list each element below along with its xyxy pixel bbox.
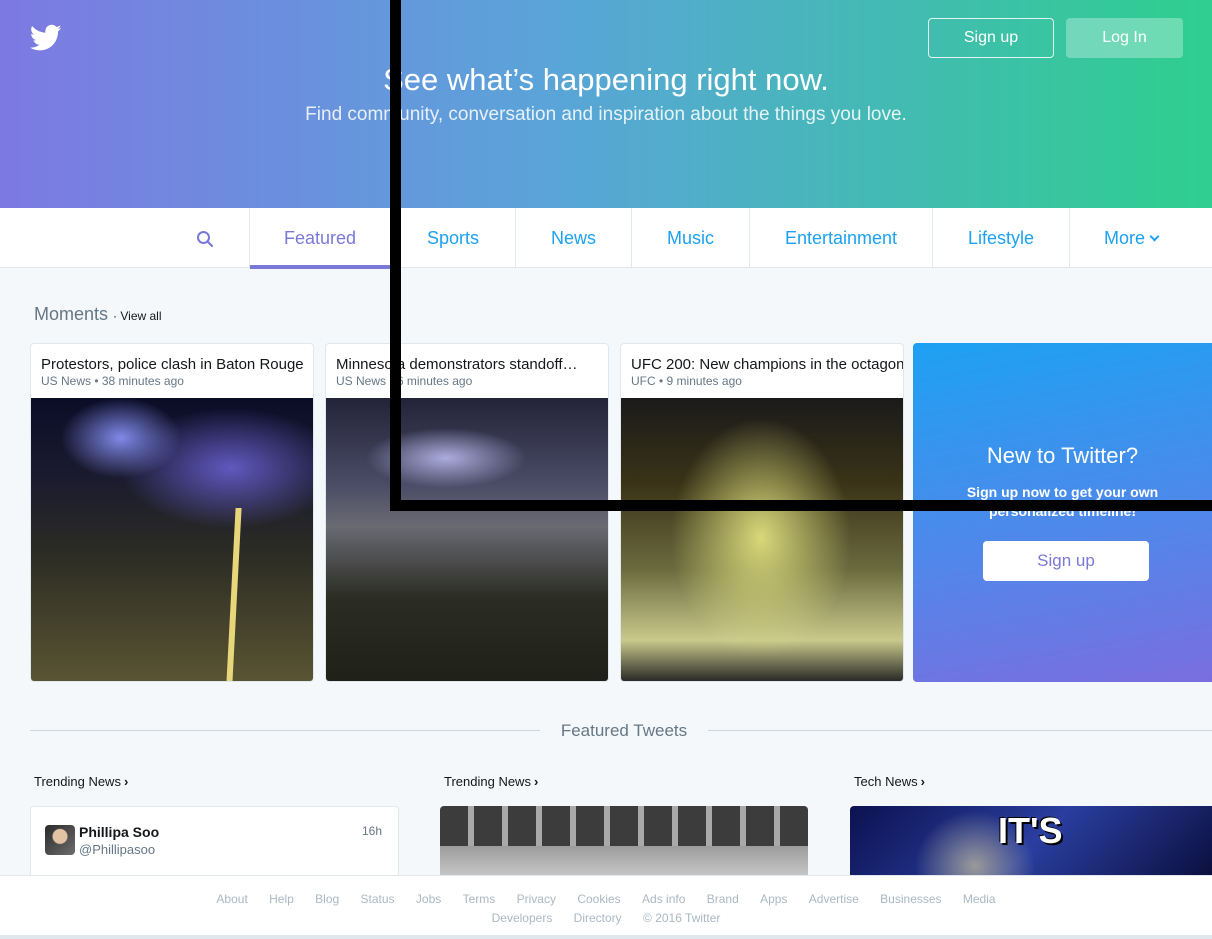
footer-link[interactable]: Privacy (517, 892, 556, 906)
overlay-bar-vertical (390, 0, 401, 511)
moments-title: Moments (34, 304, 109, 324)
moment-card[interactable]: UFC 200: New champions in the octagon UF… (620, 343, 904, 682)
footer-link[interactable]: Ads info (642, 892, 685, 906)
nav-search-button[interactable] (160, 208, 250, 268)
moment-title: Minnesota demonstrators standoff… (336, 356, 578, 373)
chevron-right-icon: › (920, 774, 925, 789)
overlay-bar-horizontal (390, 500, 1212, 511)
tweet-media-image[interactable]: IT'S (850, 806, 1212, 886)
tab-music[interactable]: Music (632, 208, 750, 268)
column-heading-link[interactable]: Tech News › (854, 774, 925, 789)
tab-label: More (1103, 228, 1145, 248)
tab-more[interactable]: More (1070, 208, 1192, 268)
tab-news[interactable]: News (516, 208, 632, 268)
tweet-media-image[interactable] (440, 806, 808, 886)
signup-promo-title: New to Twitter? (986, 443, 1139, 468)
bottom-border (0, 935, 1212, 939)
moment-meta: US News • 6 minutes ago (336, 374, 473, 388)
column-heading-link[interactable]: Trending News › (34, 774, 128, 789)
footer-link[interactable]: Brand (707, 892, 739, 906)
view-all-link[interactable]: · View all (113, 309, 161, 323)
moment-title: UFC 200: New champions in the octagon (631, 356, 904, 373)
moment-meta: US News • 38 minutes ago (41, 374, 184, 388)
signup-promo-card: New to Twitter? Sign up now to get your … (913, 343, 1212, 682)
signup-button[interactable]: Sign up (928, 18, 1054, 58)
column-heading-label: Trending News (34, 774, 121, 789)
divider (30, 730, 540, 731)
copyright: © 2016 Twitter (643, 911, 721, 925)
column-heading-label: Tech News (854, 774, 918, 789)
moments-heading: Moments · View all (34, 304, 162, 325)
column-heading-label: Trending News (444, 774, 531, 789)
tab-label: News (550, 228, 596, 248)
tab-label: Featured (283, 228, 357, 248)
moment-title: Protestors, police clash in Baton Rouge (41, 356, 304, 373)
moment-image (326, 398, 608, 681)
tab-label: Sports (426, 228, 480, 248)
moment-image (31, 398, 313, 681)
moment-image (621, 398, 903, 681)
footer: About Help Blog Status Jobs Terms Privac… (0, 875, 1212, 935)
footer-link[interactable]: Directory (574, 911, 622, 925)
twitter-bird-icon[interactable] (30, 24, 62, 52)
featured-tweets-heading: Featured Tweets (560, 721, 688, 740)
column-heading-link[interactable]: Trending News › (444, 774, 538, 789)
footer-row: About Help Blog Status Jobs Terms Privac… (200, 890, 1012, 909)
hero-banner: See what’s happening right now. Find com… (0, 0, 1212, 208)
chevron-right-icon: › (533, 774, 539, 789)
tab-label: Music (666, 228, 714, 248)
footer-link[interactable]: Terms (463, 892, 496, 906)
footer-link[interactable]: About (216, 892, 247, 906)
footer-link[interactable]: Cookies (577, 892, 620, 906)
hero-title: See what’s happening right now. (383, 62, 829, 97)
login-button[interactable]: Log In (1066, 18, 1183, 58)
tab-lifestyle[interactable]: Lifestyle (933, 208, 1070, 268)
active-tab-indicator (250, 265, 390, 269)
tweet-author-name[interactable]: Phillipa Soo (79, 824, 159, 840)
footer-link[interactable]: Developers (492, 911, 553, 925)
footer-link[interactable]: Businesses (880, 892, 941, 906)
moment-meta: UFC • 9 minutes ago (631, 374, 742, 388)
tab-label: Entertainment (784, 228, 898, 248)
avatar[interactable] (45, 825, 75, 855)
footer-link[interactable]: Apps (760, 892, 787, 906)
footer-link[interactable]: Jobs (416, 892, 441, 906)
search-icon (197, 231, 214, 248)
chevron-down-icon (1149, 231, 1160, 242)
moment-card[interactable]: Protestors, police clash in Baton Rouge … (30, 343, 314, 682)
tweet-author-handle[interactable]: @Phillipasoo (79, 842, 155, 857)
chevron-right-icon: › (123, 774, 129, 789)
tab-featured[interactable]: Featured (250, 208, 391, 269)
moment-card[interactable]: Minnesota demonstrators standoff… US New… (325, 343, 609, 682)
footer-link[interactable]: Blog (315, 892, 339, 906)
footer-links: About Help Blog Status Jobs Terms Privac… (200, 890, 1012, 928)
footer-link[interactable]: Help (269, 892, 294, 906)
tab-entertainment[interactable]: Entertainment (750, 208, 933, 268)
tweet-card[interactable]: Phillipa Soo @Phillipasoo 16h (30, 806, 399, 886)
footer-link[interactable]: Media (963, 892, 996, 906)
promo-signup-button[interactable]: Sign up (983, 541, 1149, 581)
hero-subtitle: Find community, conversation and inspira… (305, 104, 907, 125)
divider (708, 730, 1212, 731)
footer-link[interactable]: Status (361, 892, 395, 906)
tab-sports[interactable]: Sports (391, 208, 516, 268)
tab-label: Lifestyle (967, 228, 1035, 248)
category-nav: Featured Sports News Music Entertainment… (0, 208, 1212, 269)
media-caption: IT'S (998, 810, 1063, 851)
footer-link[interactable]: Advertise (809, 892, 859, 906)
footer-row: Developers Directory © 2016 Twitter (200, 909, 1012, 928)
tweet-timestamp[interactable]: 16h (362, 824, 382, 838)
